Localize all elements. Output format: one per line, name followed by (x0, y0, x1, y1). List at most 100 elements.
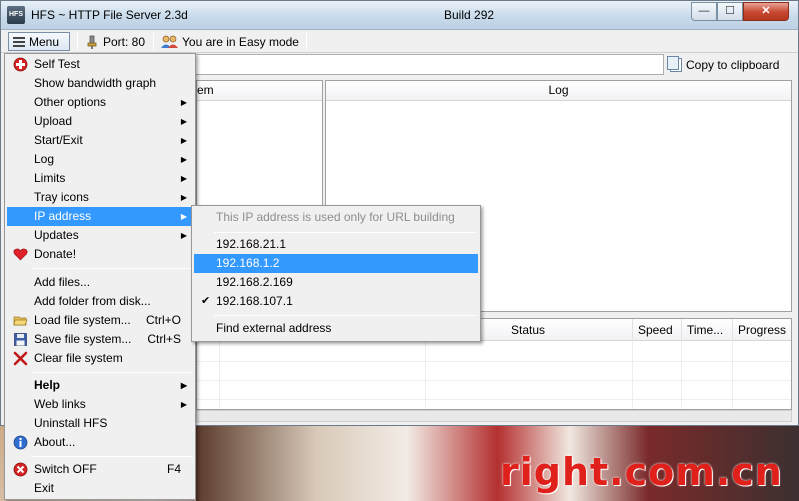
column-header-speed[interactable]: Speed (632, 319, 681, 341)
port-icon (87, 35, 97, 49)
ip-option[interactable]: 192.168.21.1 (194, 235, 478, 254)
submenu-arrow-icon: ▶ (180, 155, 187, 164)
menu-item-save-file-system[interactable]: Save file system... Ctrl+S (7, 330, 193, 349)
menu-item-label: Switch OFF (34, 462, 97, 476)
submenu-arrow-icon: ▶ (180, 193, 187, 202)
menu-item-add-folder[interactable]: Add folder from disk... (7, 292, 193, 311)
menu-item-updates[interactable]: Updates ▶ (7, 226, 193, 245)
menu-item-label: IP address (34, 209, 92, 223)
menu-item-help[interactable]: Help ▶ (7, 376, 193, 395)
copy-to-clipboard-button[interactable]: Copy to clipboard (667, 54, 791, 75)
menu-item-label: Help (34, 378, 61, 392)
ip-option[interactable]: 192.168.2.169 (194, 273, 478, 292)
window-title: HFS ~ HTTP File Server 2.3d (31, 8, 188, 22)
grid-line (197, 399, 791, 400)
grid-line (681, 341, 682, 409)
build-label: Build 292 (444, 8, 495, 22)
port-label: Port: 80 (103, 34, 146, 49)
menu-item-label: Log (34, 152, 55, 166)
submenu-arrow-icon: ▶ (180, 98, 187, 107)
menu-item-switch-off[interactable]: Switch OFF F4 (7, 460, 193, 479)
menu-item-label: Clear file system (34, 351, 123, 365)
menu-item-label: Exit (34, 481, 55, 495)
log-header: Log (326, 81, 791, 101)
menu-item-label: Add folder from disk... (34, 294, 151, 308)
submenu-arrow-icon: ▶ (180, 231, 187, 240)
folder-open-icon (13, 316, 28, 326)
column-header-time[interactable]: Time... (681, 319, 732, 341)
menu-item-show-bandwidth-graph[interactable]: Show bandwidth graph (7, 74, 193, 93)
checkmark-icon: ✔ (201, 295, 211, 307)
menu-item-exit[interactable]: Exit (7, 479, 193, 498)
menu-button[interactable]: Menu (8, 32, 70, 51)
menu-item-shortcut: Ctrl+S (147, 332, 181, 346)
vfs-header-label: em (197, 83, 214, 97)
menu-item-label: Tray icons (34, 190, 89, 204)
grid-line (425, 341, 426, 409)
maximize-button[interactable]: ☐ (717, 2, 743, 21)
info-icon (13, 435, 28, 450)
menu-item-label: Find external address (216, 321, 332, 335)
grid-line (632, 341, 633, 409)
close-button[interactable]: ✕ (743, 2, 789, 21)
toolbar-separator (306, 33, 307, 50)
submenu-arrow-icon: ▶ (180, 400, 187, 409)
self-test-icon (13, 57, 28, 72)
menu-item-ip-address[interactable]: IP address ▶ (7, 207, 193, 226)
submenu-arrow-icon: ▶ (180, 381, 187, 390)
menu-item-label: Limits (34, 171, 66, 185)
minimize-button[interactable]: — (691, 2, 717, 21)
menu-item-other-options[interactable]: Other options ▶ (7, 93, 193, 112)
ip-option-selected[interactable]: ✔ 192.168.107.1 (194, 292, 478, 311)
menu-icon (13, 36, 25, 47)
menu-separator (33, 456, 193, 457)
heart-icon (13, 248, 28, 261)
vfs-header: em (197, 81, 322, 101)
ip-option-label: 192.168.21.1 (216, 237, 287, 251)
submenu-arrow-icon: ▶ (180, 117, 187, 126)
ip-info-text: This IP address is used only for URL bui… (216, 210, 455, 224)
menu-item-label: Self Test (34, 57, 80, 71)
menu-item-load-file-system[interactable]: Load file system... Ctrl+O (7, 311, 193, 330)
ip-option-highlighted[interactable]: 192.168.1.2 (194, 254, 478, 273)
mode-button[interactable]: You are in Easy mode (161, 32, 299, 51)
copy-label: Copy to clipboard (686, 57, 780, 72)
menu-item-label: Save file system... (34, 332, 132, 346)
grid-line (197, 380, 791, 381)
title-bar[interactable]: HFS HFS ~ HTTP File Server 2.3d Build 29… (1, 1, 798, 30)
menu-item-label: Uninstall HFS (34, 416, 108, 430)
menu-item-start-exit[interactable]: Start/Exit ▶ (7, 131, 193, 150)
switch-off-icon (13, 462, 28, 477)
menu-item-tray-icons[interactable]: Tray icons ▶ (7, 188, 193, 207)
menu-item-uninstall-hfs[interactable]: Uninstall HFS (7, 414, 193, 433)
port-button[interactable]: Port: 80 (85, 32, 145, 51)
main-menu: Self Test Show bandwidth graph Other opt… (4, 53, 196, 500)
menu-item-clear-file-system[interactable]: Clear file system (7, 349, 193, 368)
menu-item-limits[interactable]: Limits ▶ (7, 169, 193, 188)
menu-item-add-files[interactable]: Add files... (7, 273, 193, 292)
column-label: Progress (738, 323, 787, 337)
toolbar: Menu Port: 80 You are in Easy mode (1, 30, 798, 53)
menu-separator (214, 232, 476, 233)
grid-line (732, 341, 733, 409)
menu-item-label: Show bandwidth graph (34, 76, 157, 90)
horizontal-scrollbar[interactable] (196, 410, 792, 422)
column-label: Time... (687, 323, 724, 337)
menu-item-self-test[interactable]: Self Test (7, 55, 193, 74)
menu-item-label: Other options (34, 95, 107, 109)
menu-item-shortcut: Ctrl+O (145, 313, 181, 327)
menu-item-label: Load file system... (34, 313, 131, 327)
close-icon: ✕ (761, 5, 771, 17)
menu-item-label: Web links (34, 397, 86, 411)
menu-item-upload[interactable]: Upload ▶ (7, 112, 193, 131)
menu-item-donate[interactable]: Donate! (7, 245, 193, 264)
watermark-text: right.com.cn (500, 450, 783, 494)
ip-option-label: 192.168.107.1 (216, 294, 293, 308)
find-external-address-item[interactable]: Find external address (194, 319, 478, 338)
menu-item-web-links[interactable]: Web links ▶ (7, 395, 193, 414)
menu-item-log[interactable]: Log ▶ (7, 150, 193, 169)
column-header-progress[interactable]: Progress (732, 319, 791, 341)
toolbar-separator (153, 33, 154, 50)
menu-item-about[interactable]: About... (7, 433, 193, 452)
menu-item-label: About... (34, 435, 76, 449)
